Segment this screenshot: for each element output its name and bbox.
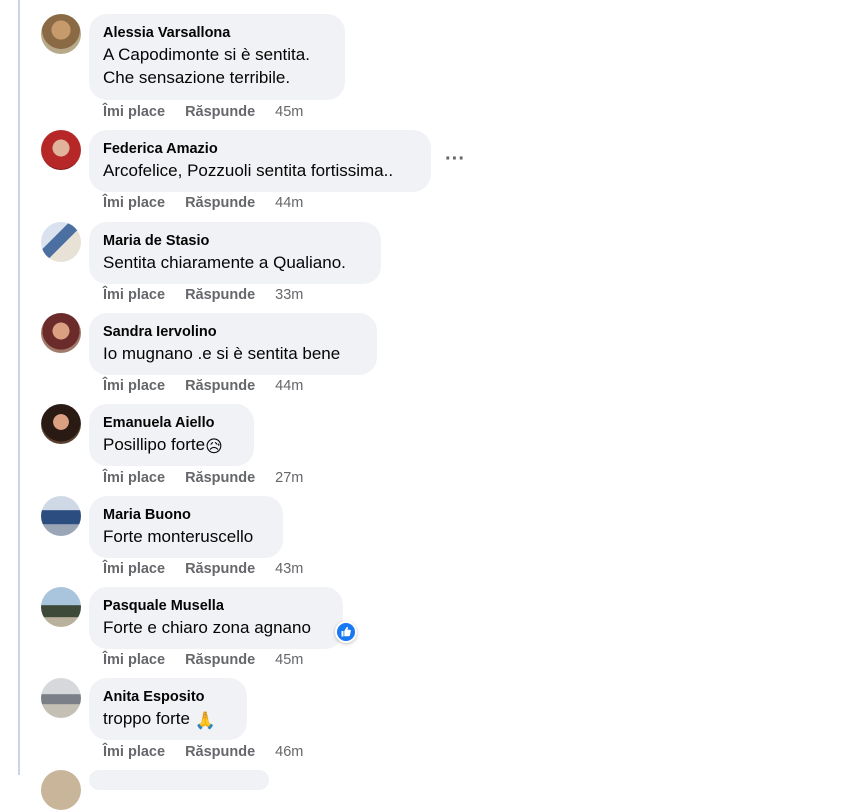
avatar[interactable] bbox=[41, 587, 81, 627]
comment-text-line: troppo forte 🙏 bbox=[103, 707, 233, 732]
comment-bubble: Alessia Varsallona A Capodimonte si è se… bbox=[89, 14, 345, 100]
comment-author[interactable]: Maria Buono bbox=[103, 506, 269, 524]
comment-text-line: Forte monteruscello bbox=[103, 527, 254, 546]
comment-actions: Îmi place Răspunde 43m bbox=[103, 561, 303, 577]
comment-text-line: Io mugnano .e si è sentita bene bbox=[103, 344, 341, 363]
thread-rail bbox=[0, 0, 20, 775]
like-button[interactable]: Îmi place bbox=[103, 744, 165, 760]
comment-bubble: Federica Amazio Arcofelice, Pozzuoli sen… bbox=[89, 130, 431, 192]
avatar[interactable] bbox=[41, 14, 81, 54]
avatar[interactable] bbox=[41, 404, 81, 444]
comment-bubble bbox=[89, 770, 269, 790]
comment-timestamp[interactable]: 44m bbox=[275, 195, 303, 211]
like-button[interactable]: Îmi place bbox=[103, 195, 165, 211]
comment-author[interactable]: Federica Amazio bbox=[103, 140, 417, 158]
like-button[interactable]: Îmi place bbox=[103, 104, 165, 120]
reply-button[interactable]: Răspunde bbox=[185, 287, 255, 303]
comment-actions: Îmi place Răspunde 44m bbox=[103, 378, 303, 394]
comment-timestamp[interactable]: 43m bbox=[275, 561, 303, 577]
avatar[interactable] bbox=[41, 313, 81, 353]
comment-actions: Îmi place Răspunde 45m bbox=[103, 104, 303, 120]
reply-button[interactable]: Răspunde bbox=[185, 744, 255, 760]
comment-author[interactable]: Emanuela Aiello bbox=[103, 414, 240, 432]
comment-author[interactable]: Pasquale Musella bbox=[103, 597, 329, 615]
comment-bubble: Maria de Stasio Sentita chiaramente a Qu… bbox=[89, 222, 381, 284]
comment-actions: Îmi place Răspunde 33m bbox=[103, 287, 303, 303]
comment-text-line: Arcofelice, Pozzuoli sentita fortissima.… bbox=[103, 161, 394, 180]
avatar[interactable] bbox=[41, 770, 81, 810]
comment-author[interactable]: Alessia Varsallona bbox=[103, 24, 331, 42]
avatar[interactable] bbox=[41, 130, 81, 170]
comment-text-line: Che sensazione terribile. bbox=[103, 68, 291, 87]
like-button[interactable]: Îmi place bbox=[103, 652, 165, 668]
comment-bubble: Emanuela Aiello Posillipo forte😥 bbox=[89, 404, 254, 466]
comment-timestamp[interactable]: 27m bbox=[275, 470, 303, 486]
comment-actions: Îmi place Răspunde 46m bbox=[103, 744, 303, 760]
comment-bubble: Anita Esposito troppo forte 🙏 bbox=[89, 678, 247, 740]
praying-hands-emoji-icon: 🙏 bbox=[194, 711, 216, 730]
comment-text: Posillipo forte bbox=[103, 435, 206, 454]
like-button[interactable]: Îmi place bbox=[103, 287, 165, 303]
comment-actions: Îmi place Răspunde 44m bbox=[103, 195, 303, 211]
like-button[interactable]: Îmi place bbox=[103, 561, 165, 577]
reply-button[interactable]: Răspunde bbox=[185, 470, 255, 486]
comment-text-line: Forte e chiaro zona agnano bbox=[103, 618, 311, 637]
avatar[interactable] bbox=[41, 496, 81, 536]
comment-text: troppo forte bbox=[103, 709, 195, 728]
comment-author[interactable]: Anita Esposito bbox=[103, 688, 233, 706]
reply-button[interactable]: Răspunde bbox=[185, 652, 255, 668]
sad-emoji-icon: 😥 bbox=[205, 437, 223, 456]
comment-actions: Îmi place Răspunde 27m bbox=[103, 470, 303, 486]
comment-actions: Îmi place Răspunde 45m bbox=[103, 652, 303, 668]
avatar[interactable] bbox=[41, 678, 81, 718]
comment-timestamp[interactable]: 46m bbox=[275, 744, 303, 760]
comment-timestamp[interactable]: 45m bbox=[275, 652, 303, 668]
comment-bubble: Pasquale Musella Forte e chiaro zona agn… bbox=[89, 587, 343, 649]
comment-text-line: Posillipo forte😥 bbox=[103, 433, 240, 458]
reply-button[interactable]: Răspunde bbox=[185, 561, 255, 577]
like-icon bbox=[337, 623, 355, 641]
comment-author[interactable]: Sandra Iervolino bbox=[103, 323, 363, 341]
reply-button[interactable]: Răspunde bbox=[185, 378, 255, 394]
comment-bubble: Sandra Iervolino Io mugnano .e si è sent… bbox=[89, 313, 377, 375]
comment-timestamp[interactable]: 44m bbox=[275, 378, 303, 394]
reply-button[interactable]: Răspunde bbox=[185, 104, 255, 120]
like-button[interactable]: Îmi place bbox=[103, 378, 165, 394]
like-reaction-badge[interactable] bbox=[335, 621, 357, 643]
comment-author[interactable]: Maria de Stasio bbox=[103, 232, 367, 250]
avatar[interactable] bbox=[41, 222, 81, 262]
more-options-icon[interactable]: ··· bbox=[441, 148, 469, 176]
comment-text-line: A Capodimonte si è sentita. bbox=[103, 45, 310, 64]
comment-timestamp[interactable]: 33m bbox=[275, 287, 303, 303]
comment-text-line: Sentita chiaramente a Qualiano. bbox=[103, 253, 346, 272]
like-button[interactable]: Îmi place bbox=[103, 470, 165, 486]
comment-bubble: Maria Buono Forte monteruscello bbox=[89, 496, 283, 558]
reply-button[interactable]: Răspunde bbox=[185, 195, 255, 211]
comment-timestamp[interactable]: 45m bbox=[275, 104, 303, 120]
